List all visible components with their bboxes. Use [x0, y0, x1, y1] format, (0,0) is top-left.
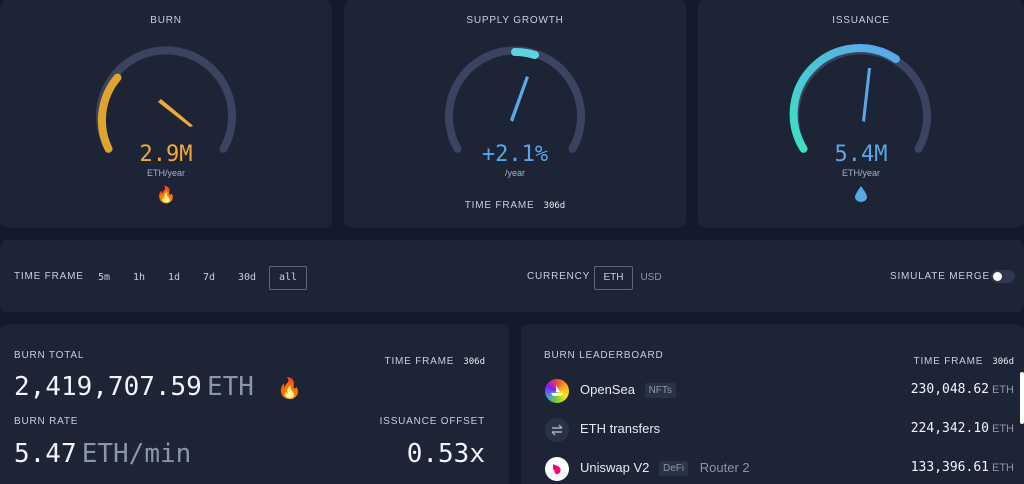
leaderboard-row-value: 230,048.62 ETH	[911, 382, 1014, 397]
burn-rate: 5.47 ETH/min	[14, 439, 191, 469]
leaderboard-row-detail: Router 2	[699, 460, 750, 475]
burn-gauge-unit: ETH/year	[146, 168, 185, 178]
timeframe-bar: TIME FRAME 5m 1h 1d 7d 30d all CURRENCY …	[0, 240, 1024, 312]
supply-growth-unit: /year	[504, 168, 525, 178]
issuance-offset-value: 0.53x	[406, 439, 485, 469]
burn-total-timeframe-value: 306d	[463, 357, 485, 367]
timeframe-option-5m[interactable]: 5m	[92, 266, 116, 290]
leaderboard-timeframe: TIME FRAME 306d	[914, 349, 1014, 368]
simulate-merge-toggle[interactable]	[991, 270, 1015, 283]
issuance-gauge-needle	[862, 68, 871, 122]
leaderboard-row-value: 224,342.10 ETH	[911, 421, 1014, 436]
supply-timeframe-value: 306d	[543, 201, 566, 211]
fire-icon: 🔥	[277, 376, 302, 400]
supply-growth-title: SUPPLY GROWTH	[466, 15, 564, 26]
burn-rate-label: BURN RATE	[14, 416, 79, 427]
category-badge: NFTs	[644, 383, 676, 398]
simulate-merge-label: SIMULATE MERGE	[890, 271, 990, 282]
issuance-gauge-unit: ETH/year	[841, 168, 880, 178]
leaderboard-row-name-text: OpenSea	[580, 382, 635, 397]
burn-total-timeframe: TIME FRAME 306d	[385, 349, 485, 368]
timeframe-option-7d[interactable]: 7d	[197, 266, 221, 290]
burn-gauge-needle	[158, 99, 193, 127]
leaderboard-row-unit: ETH	[992, 384, 1014, 396]
burn-total-unit: ETH	[206, 372, 254, 402]
supply-timeframe-label: TIME FRAME	[464, 200, 535, 211]
leaderboard-title: BURN LEADERBOARD	[544, 350, 664, 361]
issuance-gauge-value: 5.4M	[834, 142, 888, 167]
timeframe-option-all[interactable]: all	[269, 266, 307, 290]
leaderboard-row-uniswap-v2[interactable]: Uniswap V2 DeFi Router 2 133,396.61 ETH	[521, 454, 1024, 484]
currency-label: CURRENCY	[527, 271, 591, 282]
currency-option-usd[interactable]: USD	[637, 266, 665, 290]
leaderboard-timeframe-label: TIME FRAME	[913, 356, 984, 367]
leaderboard-row-unit: ETH	[992, 423, 1014, 435]
leaderboard-row-opensea[interactable]: OpenSea NFTs 230,048.62 ETH	[521, 376, 1024, 406]
supply-growth-card: SUPPLY GROWTH +2.1% /year TIME FRAME 306…	[344, 0, 686, 228]
leaderboard-row-name-text: Uniswap V2	[580, 460, 650, 475]
droplet-icon	[698, 186, 1024, 206]
toggle-knob	[993, 272, 1002, 281]
leaderboard-row-value: 133,396.61 ETH	[911, 460, 1014, 475]
timeframe-option-30d[interactable]: 30d	[232, 266, 262, 290]
burn-total-card: BURN TOTAL TIME FRAME 306d 2,419,707.59 …	[0, 324, 509, 484]
burn-total-amount: 2,419,707.59 ETH 🔥	[14, 372, 302, 402]
leaderboard-row-eth-transfers[interactable]: ETH transfers 224,342.10 ETH	[521, 415, 1024, 445]
burn-total-value: 2,419,707.59	[14, 372, 202, 402]
timeframe-label: TIME FRAME	[14, 271, 84, 282]
supply-growth-needle	[510, 76, 529, 122]
burn-gauge-title: BURN	[150, 15, 182, 26]
timeframe-option-1d[interactable]: 1d	[162, 266, 186, 290]
burn-gauge-value: 2.9M	[139, 142, 193, 167]
timeframe-option-1h[interactable]: 1h	[127, 266, 151, 290]
scrollbar-thumb[interactable]	[1020, 372, 1024, 424]
fire-icon: 🔥	[156, 185, 176, 204]
category-badge: DeFi	[659, 461, 689, 476]
leaderboard-timeframe-value: 306d	[992, 357, 1014, 367]
burn-gauge-card: BURN 2.9M ETH/year 🔥	[0, 0, 332, 228]
leaderboard-row-amount: 133,396.61	[910, 460, 989, 475]
issuance-gauge-card: ISSUANCE 5.4M ETH/year	[698, 0, 1024, 228]
opensea-icon	[545, 379, 569, 403]
burn-rate-value: 5.47	[14, 439, 77, 469]
supply-growth-value: +2.1%	[481, 142, 549, 167]
leaderboard-row-unit: ETH	[992, 462, 1014, 474]
leaderboard-row-name: OpenSea NFTs	[580, 382, 676, 398]
issuance-gauge-title: ISSUANCE	[832, 15, 890, 26]
leaderboard-row-name-text: ETH transfers	[580, 421, 661, 436]
transfer-arrows-icon	[545, 418, 569, 442]
burn-leaderboard-card: BURN LEADERBOARD TIME FRAME 306d OpenSea…	[521, 324, 1024, 484]
uniswap-icon	[545, 457, 569, 481]
burn-total-title: BURN TOTAL	[14, 350, 85, 361]
leaderboard-row-amount: 224,342.10	[910, 421, 989, 436]
supply-timeframe: TIME FRAME 306d	[344, 193, 686, 212]
burn-rate-unit: ETH/min	[81, 439, 192, 469]
leaderboard-row-name: Uniswap V2 DeFi Router 2	[580, 460, 750, 476]
burn-total-timeframe-label: TIME FRAME	[384, 356, 455, 367]
leaderboard-row-name: ETH transfers	[580, 421, 660, 436]
issuance-offset-label: ISSUANCE OFFSET	[379, 416, 485, 427]
currency-option-eth[interactable]: ETH	[594, 266, 633, 290]
leaderboard-row-amount: 230,048.62	[910, 382, 989, 397]
